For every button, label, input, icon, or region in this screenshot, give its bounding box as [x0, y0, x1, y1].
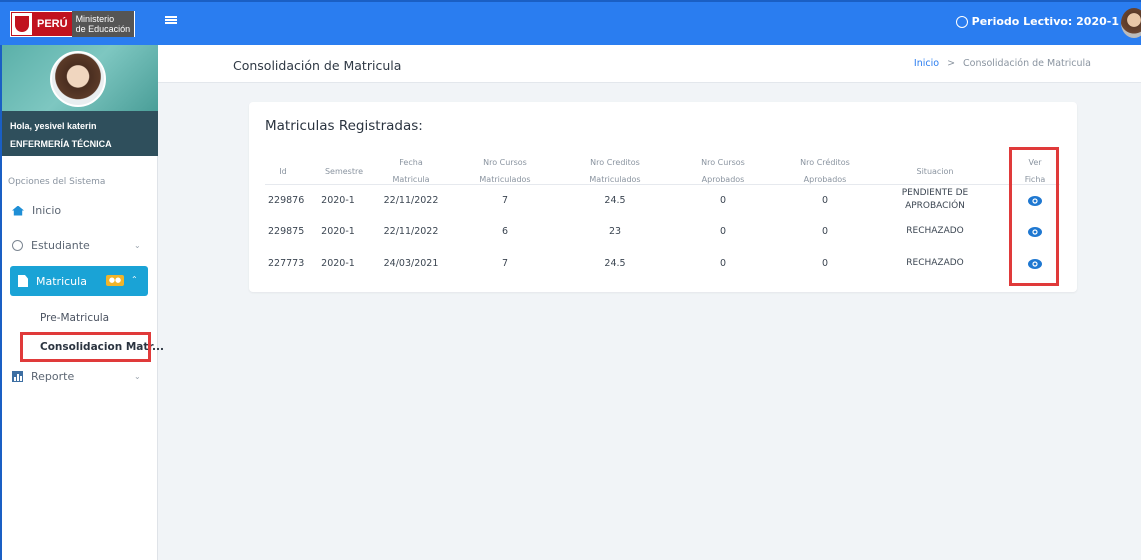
user-avatar[interactable]: [1121, 8, 1141, 38]
sidebar-item-matricula[interactable]: Matricula ●● ⌃: [10, 266, 148, 296]
breadcrumb-home-link[interactable]: Inicio: [914, 58, 939, 69]
minedu-logo: PERÚ Ministerio de Educación: [10, 10, 136, 37]
logo-ministry-text: Ministerio de Educación: [71, 10, 135, 37]
logo-peru-text: PERÚ: [37, 17, 68, 30]
breadcrumb-separator: >: [947, 58, 956, 69]
user-greeting: Hola, yesivel katerin: [10, 121, 97, 131]
sidebar-item-label: Estudiante: [31, 239, 90, 252]
table-cell-fecha: 22/11/2022: [383, 195, 439, 206]
sidebar-item-estudiante[interactable]: Estudiante ⌄: [12, 239, 141, 252]
table-cell-creditos-matriculados: 24.5: [604, 258, 626, 269]
status-badge: ●●: [106, 275, 124, 286]
table-cell-situacion: PENDIENTE DE APROBACIÓN: [901, 188, 969, 211]
table-cell-creditos-aprobados: 0: [821, 258, 829, 269]
sidebar: Hola, yesivel katerin ENFERMERÍA TÉCNICA: [0, 45, 158, 560]
breadcrumb: Inicio > Consolidación de Matricula: [914, 58, 1091, 69]
menu-toggle-icon[interactable]: [165, 14, 177, 26]
table-cell-cursos-matriculados: 6: [501, 226, 509, 237]
table-cell-situacion: RECHAZADO: [906, 258, 964, 268]
table-cell-cursos-aprobados: 0: [719, 195, 727, 206]
user-career: ENFERMERÍA TÉCNICA: [10, 139, 112, 149]
column-header-creditos-matriculados: Nro Creditos Matriculados: [589, 158, 641, 184]
periodo-selector[interactable]: Periodo Lectivo: 2020-1: [955, 15, 1119, 28]
table-cell-cursos-matriculados: 7: [501, 258, 509, 269]
table-cell-id: 229876: [268, 195, 305, 206]
table-cell-creditos-matriculados: 24.5: [604, 195, 626, 206]
table-cell-situacion: RECHAZADO: [906, 226, 964, 236]
column-header-cursos-matriculados: Nro Cursos Matriculados: [479, 158, 531, 184]
sidebar-subitem-pre-matricula[interactable]: Pre-Matricula: [40, 312, 109, 324]
column-header-id: Id: [279, 167, 287, 176]
sidebar-section-label: Opciones del Sistema: [8, 177, 106, 187]
highlight-box: [1009, 147, 1059, 286]
chevron-up-icon: ⌃: [131, 275, 138, 284]
column-header-situacion: Situacion: [916, 167, 954, 176]
table-cell-semestre: 2020-1: [321, 195, 355, 206]
sidebar-item-label: Matricula: [36, 274, 87, 288]
sidebar-item-reporte[interactable]: Reporte ⌄: [12, 370, 141, 383]
profile-info: Hola, yesivel katerin ENFERMERÍA TÉCNICA: [2, 111, 158, 156]
table-cell-creditos-matriculados: 23: [608, 226, 622, 237]
brand-logo[interactable]: PERÚ Ministerio de Educación: [0, 2, 158, 45]
header-divider: [265, 184, 1060, 185]
report-icon: [12, 371, 23, 382]
top-bar: PERÚ Ministerio de Educación Periodo Lec…: [0, 0, 1141, 45]
table-cell-creditos-aprobados: 0: [821, 195, 829, 206]
profile-avatar: [50, 51, 106, 107]
page-title: Consolidación de Matricula: [233, 58, 402, 73]
home-icon: [12, 205, 24, 216]
table-cell-fecha: 24/03/2021: [383, 258, 439, 269]
table-cell-cursos-aprobados: 0: [719, 226, 727, 237]
coat-of-arms-icon: [12, 12, 32, 35]
sidebar-item-label: Inicio: [32, 204, 62, 217]
sidebar-item-inicio[interactable]: Inicio: [12, 204, 61, 217]
column-header-cursos-aprobados: Nro Cursos Aprobados: [701, 158, 745, 184]
chevron-down-icon: ⌄: [134, 372, 141, 381]
periodo-label: Periodo Lectivo: 2020-1: [971, 15, 1119, 28]
column-header-creditos-aprobados: Nro Créditos Aprobados: [800, 158, 850, 184]
table-cell-cursos-aprobados: 0: [719, 258, 727, 269]
document-icon: [18, 275, 28, 287]
card-title: Matriculas Registradas:: [265, 118, 423, 134]
table-cell-cursos-matriculados: 7: [501, 195, 509, 206]
table-cell-id: 227773: [268, 258, 305, 269]
table-cell-semestre: 2020-1: [321, 226, 355, 237]
table-cell-semestre: 2020-1: [321, 258, 355, 269]
sidebar-item-label: Reporte: [31, 370, 75, 383]
chevron-down-icon: ⌄: [134, 241, 141, 250]
breadcrumb-current: Consolidación de Matricula: [963, 58, 1091, 69]
sync-icon: [955, 15, 968, 28]
table-cell-id: 229875: [268, 226, 305, 237]
column-header-semestre: Semestre: [324, 167, 364, 176]
table-cell-fecha: 22/11/2022: [383, 226, 439, 237]
table-cell-creditos-aprobados: 0: [821, 226, 829, 237]
column-header-fecha: Fecha Matricula: [392, 158, 430, 184]
highlight-box: [20, 332, 151, 362]
student-icon: [12, 240, 23, 251]
